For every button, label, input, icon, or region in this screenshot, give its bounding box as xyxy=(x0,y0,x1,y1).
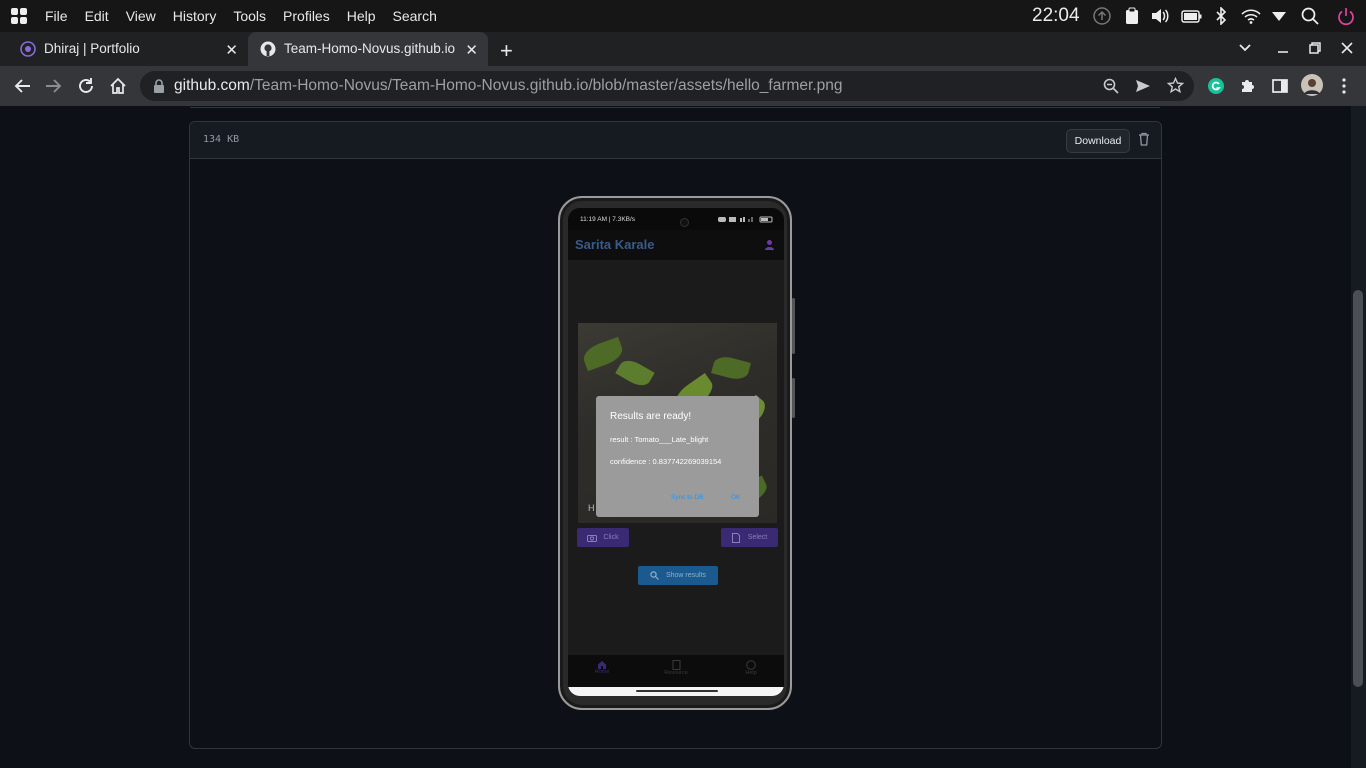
apps-grid-icon[interactable] xyxy=(11,8,27,24)
show-results-button: Show results xyxy=(638,566,718,585)
book-icon xyxy=(672,660,680,670)
github-favicon-icon xyxy=(260,41,276,57)
restore-icon[interactable] xyxy=(1308,41,1322,55)
account-icon xyxy=(764,239,775,250)
dropdown-arrow-icon[interactable] xyxy=(1271,7,1287,25)
menu-profiles[interactable]: Profiles xyxy=(283,8,330,24)
menu-edit[interactable]: Edit xyxy=(85,8,109,24)
new-tab-icon[interactable]: + xyxy=(500,38,513,64)
bluetooth-icon[interactable] xyxy=(1214,7,1228,25)
click-label: Click xyxy=(603,534,619,541)
home-icon[interactable] xyxy=(109,77,127,95)
menu-history[interactable]: History xyxy=(173,8,217,24)
battery-icon[interactable] xyxy=(1181,7,1203,25)
phone-side-key xyxy=(792,298,795,354)
volume-icon[interactable] xyxy=(1150,7,1170,25)
phone-status-time: 11:19 AM | 7.3KB/s xyxy=(580,216,636,223)
leaf-shape xyxy=(615,355,655,391)
leaf-shape xyxy=(711,353,751,383)
results-dialog: Results are ready! result : Tomato___Lat… xyxy=(596,396,759,517)
search-icon[interactable] xyxy=(1301,7,1319,25)
address-bar[interactable]: github.com/Team-Homo-Novus/Team-Homo-Nov… xyxy=(140,71,1194,101)
gesture-bar xyxy=(568,687,784,696)
search-icon xyxy=(650,571,659,580)
ok-button: OK xyxy=(731,494,741,501)
more-menu-icon[interactable] xyxy=(1340,77,1348,95)
camera-hole-icon xyxy=(680,218,689,227)
clipboard-icon[interactable] xyxy=(1124,7,1140,25)
menu-view[interactable]: View xyxy=(126,8,156,24)
update-icon[interactable] xyxy=(1093,7,1111,25)
phone-status-bar: 11:19 AM | 7.3KB/s xyxy=(568,208,784,230)
back-icon[interactable] xyxy=(13,77,31,95)
phone-bottom-nav: Home Resource Help xyxy=(568,655,784,687)
close-tab-icon[interactable]: ✕ xyxy=(465,41,478,59)
grammarly-icon[interactable] xyxy=(1207,77,1225,95)
app-user-title: Sarita Karale xyxy=(575,237,655,252)
phone-screen: 11:19 AM | 7.3KB/s Sarita Karale H Resul… xyxy=(568,208,784,696)
nav-resource: Resource xyxy=(656,660,696,676)
dialog-title: Results are ready! xyxy=(610,411,692,422)
nav-help-label: Help xyxy=(745,670,757,676)
side-panel-icon[interactable] xyxy=(1271,77,1289,95)
reload-icon[interactable] xyxy=(77,77,95,95)
tab-bar: Dhiraj | Portfolio ✕ Team-Homo-Novus.git… xyxy=(0,32,1366,66)
browser-toolbar: github.com/Team-Homo-Novus/Team-Homo-Nov… xyxy=(0,66,1366,106)
nav-home-label: Home xyxy=(594,669,610,675)
forward-icon[interactable] xyxy=(45,77,63,95)
download-button[interactable]: Download xyxy=(1066,129,1130,153)
menu-search[interactable]: Search xyxy=(393,8,437,24)
file-icon xyxy=(731,532,740,543)
phone-app-bar: Sarita Karale xyxy=(568,230,784,260)
home-icon xyxy=(598,661,606,669)
menu-help[interactable]: Help xyxy=(347,8,376,24)
dialog-result: result : Tomato___Late_blight xyxy=(610,435,709,444)
menu-file[interactable]: File xyxy=(45,8,68,24)
tab-title: Team-Homo-Novus.github.io xyxy=(284,41,456,56)
tab-title: Dhiraj | Portfolio xyxy=(44,41,140,56)
tab-search-chevron-icon[interactable] xyxy=(1238,41,1252,55)
minimize-icon[interactable] xyxy=(1276,41,1290,55)
app-menu-bar: File Edit View History Tools Profiles He… xyxy=(45,0,454,32)
tab-github[interactable]: Team-Homo-Novus.github.io ✕ xyxy=(248,32,488,66)
portfolio-favicon-icon xyxy=(20,41,36,57)
trash-icon[interactable] xyxy=(1138,132,1150,146)
scrollbar-thumb[interactable] xyxy=(1353,290,1363,687)
phone-screenshot-image: 11:19 AM | 7.3KB/s Sarita Karale H Resul… xyxy=(558,196,795,710)
tab-portfolio[interactable]: Dhiraj | Portfolio ✕ xyxy=(8,32,248,66)
dialog-confidence: confidence : 0.837742269039154 xyxy=(610,457,722,466)
phone-side-key xyxy=(792,378,795,418)
lock-icon[interactable] xyxy=(153,79,165,93)
close-window-icon[interactable] xyxy=(1340,41,1354,55)
zoom-icon[interactable] xyxy=(1103,78,1119,94)
file-header: 134 KB Download xyxy=(190,122,1161,159)
url-host: github.com xyxy=(174,77,250,94)
bookmark-star-icon[interactable] xyxy=(1167,77,1184,94)
click-photo-button: Click xyxy=(577,528,629,547)
show-results-label: Show results xyxy=(665,572,707,579)
url-text[interactable]: github.com/Team-Homo-Novus/Team-Homo-Nov… xyxy=(174,77,843,95)
sync-to-db-button: Sync to DB xyxy=(671,494,704,501)
power-icon[interactable] xyxy=(1337,7,1355,25)
os-top-bar: File Edit View History Tools Profiles He… xyxy=(0,0,1366,32)
nav-resource-label: Resource xyxy=(664,670,688,676)
wifi-icon[interactable] xyxy=(1241,7,1261,25)
nav-help: Help xyxy=(731,660,771,676)
nav-home: Home xyxy=(582,660,622,675)
divider xyxy=(190,106,1160,108)
help-icon xyxy=(746,660,756,670)
menu-tools[interactable]: Tools xyxy=(233,8,266,24)
camera-icon xyxy=(587,534,598,542)
extensions-puzzle-icon[interactable] xyxy=(1239,77,1257,95)
photo-overlay-text: H xyxy=(588,503,595,513)
phone-signal-icons xyxy=(718,216,776,223)
select-label: Select xyxy=(747,534,768,541)
close-tab-icon[interactable]: ✕ xyxy=(225,41,238,59)
url-path: /Team-Homo-Novus/Team-Homo-Novus.github.… xyxy=(249,77,843,94)
clock[interactable]: 22:04 xyxy=(1032,5,1080,27)
select-photo-button: Select xyxy=(721,528,778,547)
profile-avatar[interactable] xyxy=(1301,74,1323,96)
file-size: 134 KB xyxy=(203,134,240,145)
send-icon[interactable] xyxy=(1135,78,1151,94)
